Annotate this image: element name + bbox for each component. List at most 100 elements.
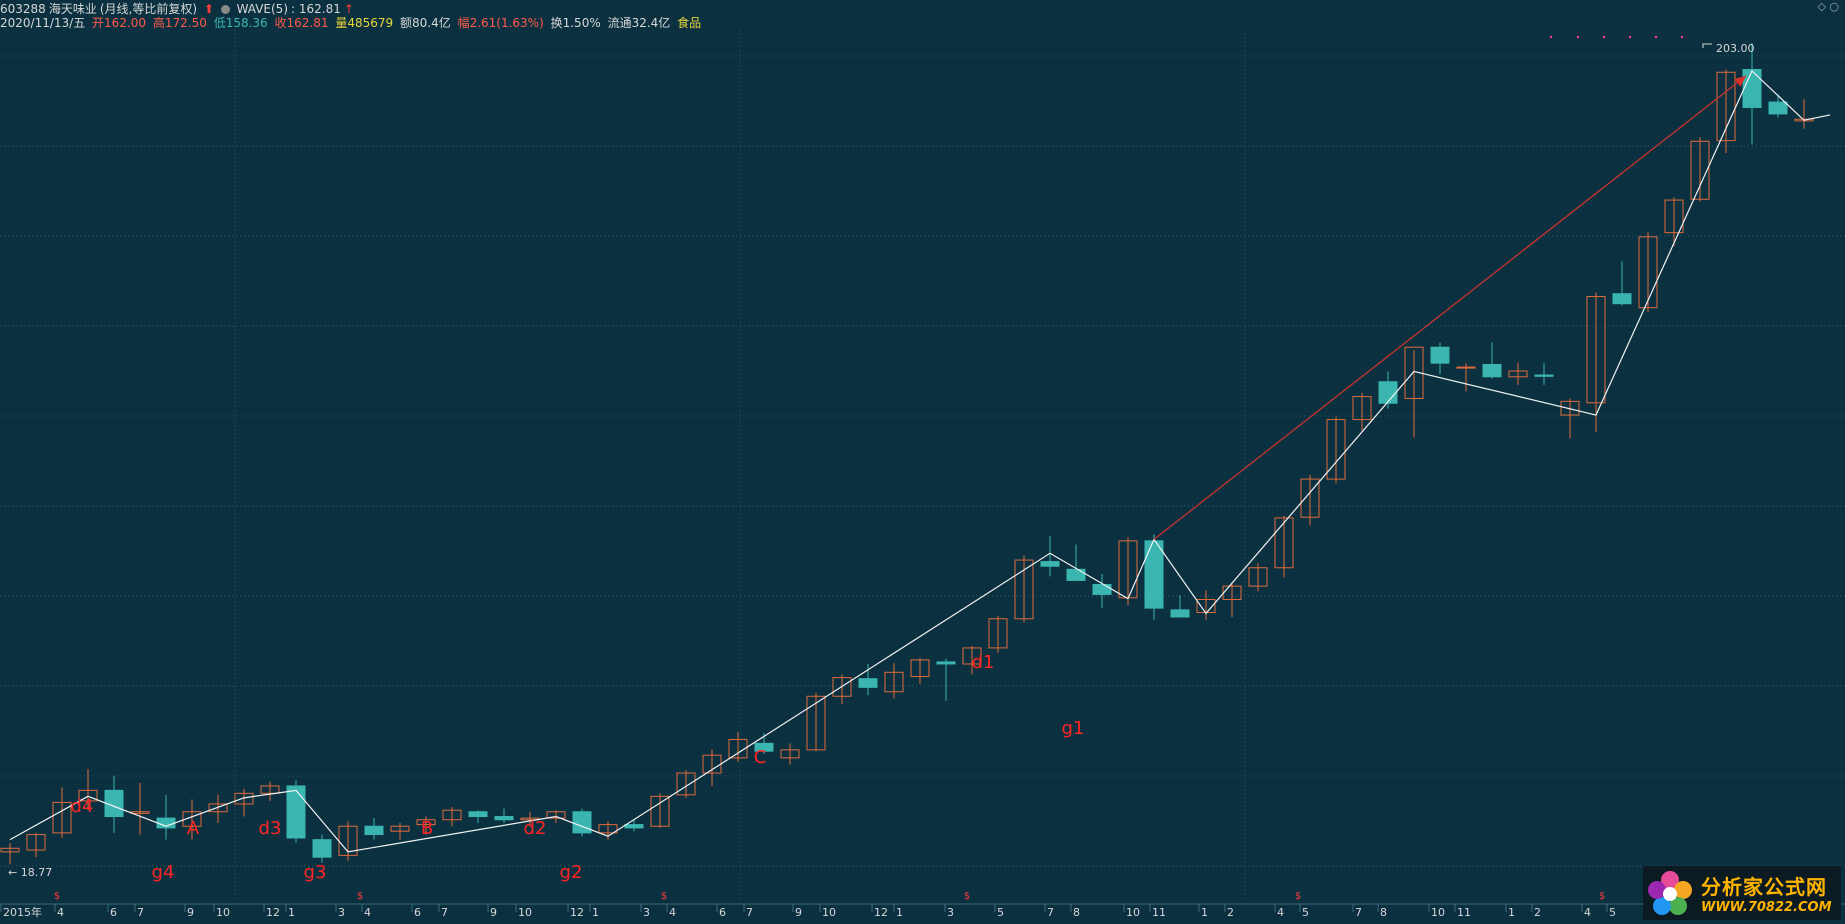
wave-label-B: B	[421, 818, 433, 839]
change-value: 幅2.61(1.63%)	[457, 16, 544, 30]
x-axis-label: 3	[947, 906, 954, 919]
candle[interactable]	[1768, 101, 1788, 115]
x-axis-label: 7	[441, 906, 448, 919]
candle[interactable]	[494, 816, 514, 821]
x-axis-label: 11	[1457, 906, 1471, 919]
x-axis-label: 4	[57, 906, 64, 919]
signal-dot	[1602, 35, 1606, 39]
x-axis-label: 7	[746, 906, 753, 919]
wave-line	[9, 69, 1831, 853]
x-axis-label: 7	[1355, 906, 1362, 919]
candle[interactable]	[1742, 69, 1762, 109]
candle[interactable]	[858, 678, 878, 688]
chart-canvas[interactable]: d4 g4 A d3 g3 B d2 g2 Cd1 g1 ← 18.77 203.00 2015年 4 6 7…	[0, 0, 1845, 922]
candle[interactable]	[1144, 540, 1164, 609]
float-cap-value: 流通32.4亿	[607, 16, 671, 30]
high-value: 高172.50	[152, 16, 207, 30]
x-axis-label: 5	[997, 906, 1004, 919]
x-axis-label: 1	[288, 906, 295, 919]
x-axis-label: 1	[592, 906, 599, 919]
x-axis-label: 8	[1380, 906, 1387, 919]
x-axis-label: 8	[1073, 906, 1080, 919]
candle[interactable]	[1534, 374, 1554, 377]
dividend-marker: $	[357, 891, 363, 902]
x-axis-label: 10	[822, 906, 836, 919]
x-axis-label: 2	[1534, 906, 1541, 919]
turnover-value: 换1.50%	[550, 16, 601, 30]
x-axis-label: 4	[364, 906, 371, 919]
candle[interactable]	[1482, 363, 1502, 378]
candle[interactable]	[468, 811, 488, 818]
candle[interactable]	[312, 839, 332, 858]
x-axis-label: 7	[137, 906, 144, 919]
wave-label-g3: g3	[304, 862, 327, 883]
candle[interactable]	[1170, 609, 1190, 618]
wave-label-d2: d2	[524, 818, 547, 839]
x-axis-label: 5	[1302, 906, 1309, 919]
candle[interactable]	[1040, 561, 1060, 567]
close-value: 收162.81	[274, 16, 329, 30]
x-axis-label: 1	[1508, 906, 1515, 919]
signal-dot	[1549, 35, 1553, 39]
max-price-marker	[1702, 43, 1712, 48]
dividend-marker: $	[1295, 891, 1301, 902]
x-axis-label: 5	[1609, 906, 1616, 919]
x-axis-label: 9	[490, 906, 497, 919]
indicator-settings-icon[interactable]	[220, 5, 230, 14]
candle[interactable]	[624, 824, 644, 829]
x-axis-label: 4	[669, 906, 676, 919]
x-axis-label: 12	[570, 906, 584, 919]
x-axis-label: 1	[1201, 906, 1208, 919]
candle[interactable]	[572, 811, 592, 834]
chart-header-line2: 2020/11/13/五 开162.00 高172.50 低158.36 收16…	[0, 14, 704, 31]
x-axis-label: 4	[1277, 906, 1284, 919]
logo-title: 分析家公式网	[1701, 875, 1827, 899]
dividend-marker: $	[661, 891, 667, 902]
candle[interactable]	[1612, 293, 1632, 305]
wave-label-d4: d4	[71, 796, 94, 817]
signal-dot	[1576, 35, 1580, 39]
signal-dot	[1628, 35, 1632, 39]
x-axis-label: 9	[187, 906, 194, 919]
top-right-icons[interactable]: ◇ ○	[1817, 0, 1839, 13]
x-axis-label: 10	[1126, 906, 1140, 919]
wave-label-C: C	[754, 747, 767, 768]
sector-value[interactable]: 食品	[677, 16, 701, 30]
low-value: 低158.36	[213, 16, 268, 30]
max-price-label: 203.00	[1716, 42, 1755, 55]
x-axis-label: 10	[1431, 906, 1445, 919]
wave-label-g1: g1	[1062, 718, 1085, 739]
wave-label-d1: d1	[972, 652, 995, 673]
candle[interactable]	[1378, 381, 1398, 404]
dividend-marker: $	[964, 891, 970, 902]
candlestick-chart[interactable]: d4 g4 Ad3 g3 Bd2 g2 Cd1 g1 ← 18.77 203.00 2015年 4 6 7…	[0, 0, 1845, 922]
candle[interactable]	[1456, 366, 1476, 369]
min-price-label: ← 18.77	[8, 866, 52, 879]
x-axis-label: 11	[1152, 906, 1166, 919]
wave-label-A: A	[187, 818, 200, 839]
logo-url: WWW.70822.COM	[1701, 900, 1832, 915]
x-axis-label: 6	[719, 906, 726, 919]
x-axis-label: 2	[1227, 906, 1234, 919]
wave-label-g2: g2	[560, 862, 583, 883]
candle[interactable]	[364, 825, 384, 836]
candle[interactable]	[1066, 568, 1086, 581]
x-axis-label: 9	[795, 906, 802, 919]
candle[interactable]	[286, 785, 306, 839]
dividend-marker: $	[1599, 891, 1605, 902]
x-axis-label: 12	[266, 906, 280, 919]
candle[interactable]	[936, 661, 956, 665]
candle[interactable]	[1430, 346, 1450, 364]
candle[interactable]	[1092, 583, 1112, 595]
x-axis-label: 10	[518, 906, 532, 919]
x-axis-label: 7	[1047, 906, 1054, 919]
x-axis-label: 3	[643, 906, 650, 919]
x-axis-label: 4	[1584, 906, 1591, 919]
site-logo: 分析家公式网 WWW.70822.COM	[1643, 866, 1841, 920]
signal-dot	[1680, 35, 1684, 39]
wave-label-d3: d3	[259, 818, 282, 839]
bar-date: 2020/11/13/五	[0, 16, 86, 30]
x-axis-label: 2015年	[3, 905, 42, 919]
x-axis-label: 3	[338, 906, 345, 919]
amount-value: 额80.4亿	[400, 16, 451, 30]
